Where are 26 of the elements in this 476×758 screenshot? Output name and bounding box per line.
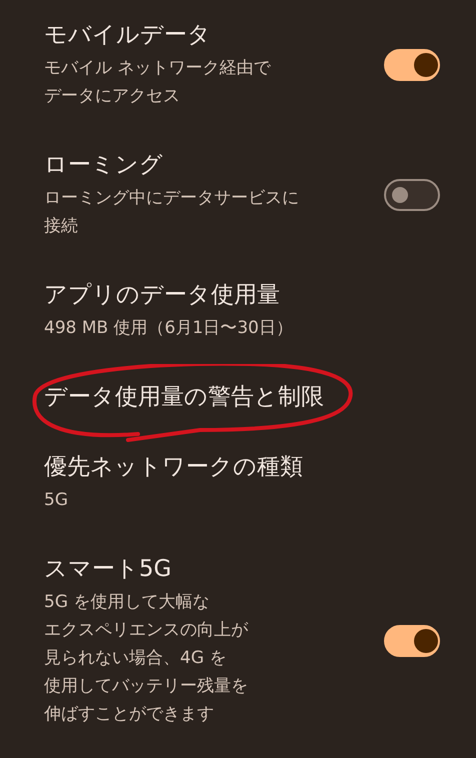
setting-description-line: 5G を使用して大幅な	[44, 591, 210, 614]
setting-description-line: ローミング中にデータサービスに	[44, 187, 299, 210]
setting-description-line: エクスペリエンスの向上が	[44, 619, 248, 642]
settings-item[interactable]: アプリのデータ使用量 498 MB 使用（6月1日〜30日）	[0, 260, 476, 362]
toggle-switch[interactable]	[384, 179, 440, 211]
setting-description-line: 5G	[44, 489, 68, 512]
setting-title: スマート5G	[44, 555, 172, 584]
setting-title: 優先ネットワークの種類	[44, 453, 303, 482]
setting-title: ローミング	[44, 151, 163, 180]
setting-description-line: データにアクセス	[44, 85, 180, 108]
setting-description-line: 使用してバッテリー残量を	[44, 675, 248, 698]
settings-item[interactable]: データ使用量の警告と制限	[0, 362, 476, 432]
settings-item[interactable]: ローミング ローミング中にデータサービスに 接続	[0, 130, 476, 260]
setting-description-line: モバイル ネットワーク経由で	[44, 57, 270, 80]
setting-description-line: 伸ばすことができます	[44, 703, 214, 726]
setting-title: モバイルデータ	[44, 21, 211, 50]
settings-item[interactable]: 優先ネットワークの種類 5G	[0, 432, 476, 534]
setting-description-line: 接続	[44, 215, 78, 238]
settings-item[interactable]: モバイルデータ モバイル ネットワーク経由で データにアクセス	[0, 0, 476, 130]
setting-title: データ使用量の警告と制限	[44, 383, 324, 412]
settings-item[interactable]: スマート5G 5G を使用して大幅な エクスペリエンスの向上が 見られない場合、4G を 使用してバッテリー残量を 伸ばすことができます	[0, 534, 476, 748]
setting-description-line: 498 MB 使用（6月1日〜30日）	[44, 317, 293, 340]
setting-title: アプリのデータ使用量	[44, 281, 280, 310]
toggle-switch[interactable]	[384, 49, 440, 81]
setting-description-line: 見られない場合、4G を	[44, 647, 226, 670]
toggle-switch[interactable]	[384, 625, 440, 657]
